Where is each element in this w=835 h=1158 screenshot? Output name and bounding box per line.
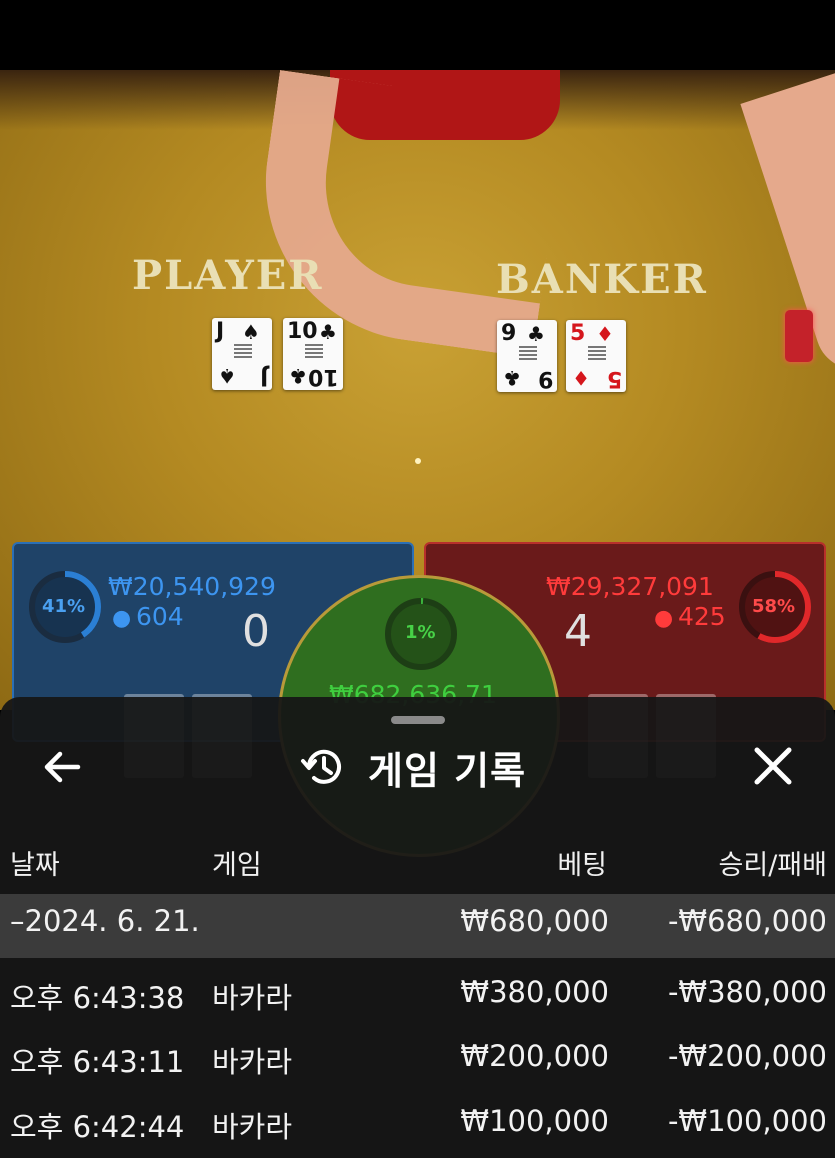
banker-bet-amount: ₩29,327,091 xyxy=(546,572,714,601)
card-suit: ♠ xyxy=(242,320,260,344)
card-rank: 10 xyxy=(308,364,339,389)
player-table-label: PLAYER xyxy=(132,252,324,299)
player-bet-amount: ₩20,540,929 xyxy=(108,572,276,601)
card-shoe xyxy=(785,310,813,362)
history-result: -₩380,000 xyxy=(667,975,827,1009)
history-time: 오후 6:43:11 xyxy=(10,1045,185,1079)
card-rank: 10 xyxy=(287,319,318,344)
history-game: 바카라 xyxy=(212,1110,293,1144)
date-group-row[interactable]: –2024. 6. 21. ₩680,000 -₩680,000 xyxy=(0,894,835,958)
history-result: -₩200,000 xyxy=(667,1039,827,1073)
sheet-title: 게임 기록 xyxy=(368,748,527,793)
banker-card-1: 9 ♣ ♣ 9 xyxy=(497,320,557,392)
status-bar xyxy=(0,0,835,70)
arrow-left-icon xyxy=(44,751,81,783)
history-game: 바카라 xyxy=(212,1045,293,1079)
history-time: 오후 6:42:44 xyxy=(10,1110,185,1144)
player-score: 0 xyxy=(242,606,270,657)
player-card-2: 10 ♣ ♣ 10 xyxy=(283,318,343,390)
banker-score: 4 xyxy=(564,606,592,657)
banker-percent: 58% xyxy=(752,596,796,617)
history-bet: ₩380,000 xyxy=(460,975,609,1009)
date-group-label: –2024. 6. 21. xyxy=(10,904,200,938)
column-header-game: 게임 xyxy=(212,850,262,881)
card-rank: 5 xyxy=(606,366,622,391)
history-bet: ₩100,000 xyxy=(460,1104,609,1138)
card-rank: J xyxy=(216,319,225,344)
card-suit: ♦ xyxy=(596,322,614,346)
card-suit: ♣ xyxy=(319,320,337,344)
close-icon xyxy=(754,747,792,785)
history-row[interactable]: 오후 6:43:38 바카라 ₩380,000 -₩380,000 xyxy=(0,965,835,1029)
card-rank: J xyxy=(259,364,268,389)
history-row[interactable]: 오후 6:43:11 바카라 ₩200,000 -₩200,000 xyxy=(0,1029,835,1093)
player-percent: 41% xyxy=(42,596,86,617)
banker-table-label: BANKER xyxy=(496,256,708,303)
date-group-bet-total: ₩680,000 xyxy=(460,904,609,938)
person-icon: ● xyxy=(112,606,132,631)
column-header-result: 승리/패배 xyxy=(718,850,827,881)
card-rank: 9 xyxy=(537,366,553,391)
card-center xyxy=(588,346,606,362)
game-history-sheet: 게임 기록 날짜 게임 베팅 승리/패배 –2024. 6. 21. ₩680,… xyxy=(0,697,835,1158)
column-header-bet: 베팅 xyxy=(557,850,607,881)
close-button[interactable] xyxy=(750,745,796,789)
column-header-date: 날짜 xyxy=(10,850,60,881)
history-row[interactable]: 오후 6:42:44 바카라 ₩100,000 -₩100,000 xyxy=(0,1094,835,1158)
card-suit: ♠ xyxy=(218,364,236,388)
sheet-header: 게임 기록 xyxy=(300,737,526,797)
history-game: 바카라 xyxy=(212,981,293,1015)
card-center xyxy=(305,344,323,360)
card-center xyxy=(234,344,252,360)
banker-bettor-count: 425 xyxy=(678,602,726,631)
card-rank: 9 xyxy=(501,321,517,346)
tie-percent: 1% xyxy=(405,622,436,643)
player-card-1: J ♠ ♠ J xyxy=(212,318,272,390)
history-result: -₩100,000 xyxy=(667,1104,827,1138)
sheet-drag-handle[interactable] xyxy=(391,716,445,724)
player-bettor-count: 604 xyxy=(136,602,184,631)
card-suit: ♣ xyxy=(527,322,545,346)
person-icon: ● xyxy=(654,606,674,631)
card-center xyxy=(519,346,537,362)
date-group-result-total: -₩680,000 xyxy=(667,904,827,938)
card-suit: ♣ xyxy=(289,364,307,388)
card-suit: ♣ xyxy=(503,366,521,390)
back-button[interactable] xyxy=(40,745,84,789)
history-time: 오후 6:43:38 xyxy=(10,981,185,1015)
card-suit: ♦ xyxy=(572,366,590,390)
dealer-arm-left xyxy=(245,70,568,358)
banker-card-2: 5 ♦ ♦ 5 xyxy=(566,320,626,392)
history-bet: ₩200,000 xyxy=(460,1039,609,1073)
history-icon xyxy=(301,749,341,784)
card-rank: 5 xyxy=(570,321,586,346)
table-marker xyxy=(415,458,421,464)
